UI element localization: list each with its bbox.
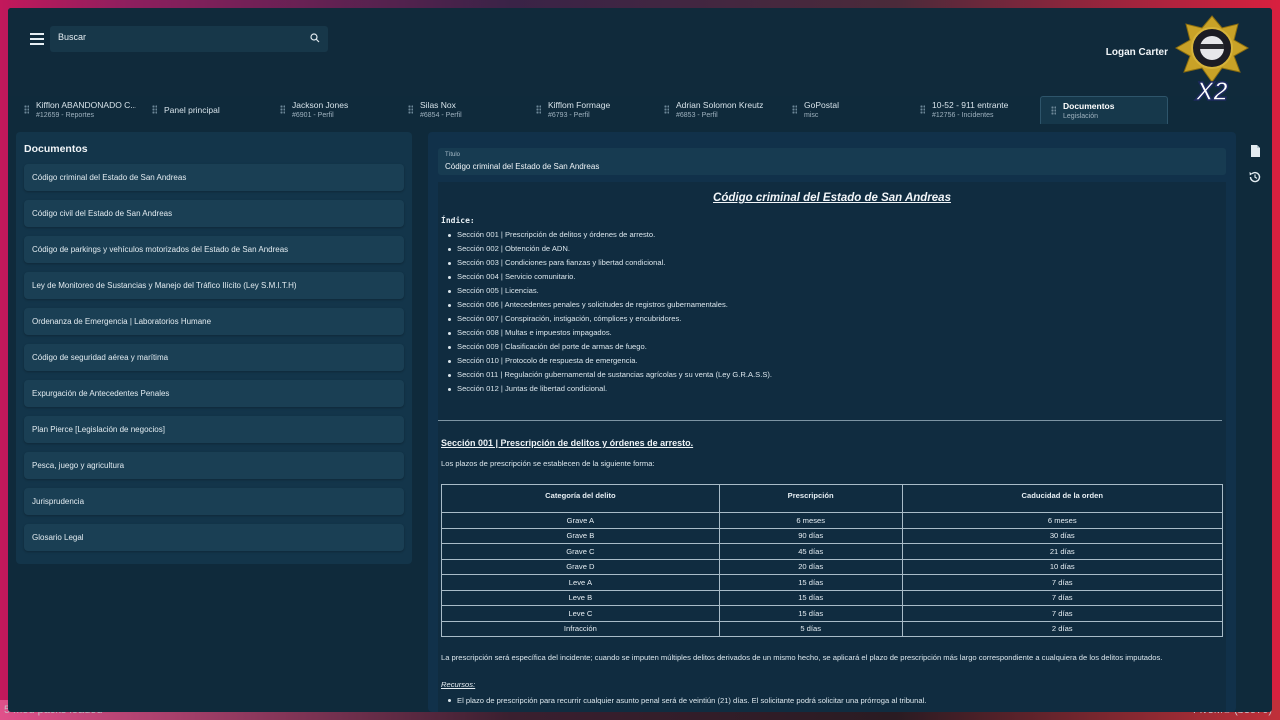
- search-input[interactable]: [58, 32, 298, 42]
- sidebar-heading: Documentos: [24, 143, 88, 155]
- drag-handle-icon[interactable]: [664, 105, 669, 114]
- top-bar: Logan Carter X2: [8, 8, 1272, 107]
- prescription-paragraph: La prescripción será específica del inci…: [441, 653, 1163, 662]
- department-badge-logo: X2: [1174, 15, 1250, 107]
- search-icon[interactable]: [310, 33, 320, 43]
- document-list: Código criminal del Estado de San Andrea…: [24, 164, 404, 560]
- tab-kifflon-report[interactable]: Kifflon ABANDONADO C... #12659 - Reporte…: [14, 96, 142, 124]
- doc-item-pesca[interactable]: Pesca, juego y agricultura: [24, 452, 404, 479]
- index-item: Sección 011 | Regulación gubernamental d…: [447, 368, 772, 382]
- drag-handle-icon[interactable]: [152, 105, 157, 114]
- recursos-item: El plazo de prescripción para recurrir c…: [447, 696, 927, 705]
- title-field-value[interactable]: Código criminal del Estado de San Andrea…: [445, 162, 599, 171]
- tab-gopostal[interactable]: GoPostal misc: [782, 96, 910, 124]
- document-icon[interactable]: [1248, 144, 1262, 158]
- index-item: Sección 001 | Prescripción de delitos y …: [447, 228, 772, 242]
- column-header: Prescripción: [718, 484, 903, 513]
- table-row: Grave B 90 días 30 días: [441, 527, 1224, 544]
- index-item: Sección 010 | Protocolo de respuesta de …: [447, 354, 772, 368]
- drag-handle-icon[interactable]: [920, 105, 925, 114]
- drag-handle-icon[interactable]: [1051, 106, 1056, 115]
- title-field-label: Título: [445, 152, 461, 158]
- doc-item-glosario[interactable]: Glosario Legal: [24, 524, 404, 551]
- table-row: Leve A 15 días 7 días: [441, 574, 1224, 591]
- tab-panel-principal[interactable]: Panel principal: [142, 96, 270, 124]
- index-item: Sección 002 | Obtención de ADN.: [447, 242, 772, 256]
- index-item: Sección 005 | Licencias.: [447, 284, 772, 298]
- side-toolbar: [1248, 144, 1264, 196]
- drag-handle-icon[interactable]: [536, 105, 541, 114]
- index-label: Índice:: [441, 216, 475, 225]
- table-row: Grave C 45 días 21 días: [441, 543, 1224, 560]
- drag-handle-icon[interactable]: [280, 105, 285, 114]
- table-row: Infracción 5 días 2 días: [441, 620, 1224, 637]
- document-heading: Código criminal del Estado de San Andrea…: [713, 192, 951, 204]
- history-icon[interactable]: [1248, 170, 1262, 184]
- doc-item-codigo-parkings[interactable]: Código de parkings y vehículos motorizad…: [24, 236, 404, 263]
- menu-icon[interactable]: [30, 33, 44, 45]
- document-viewer: Título Código criminal del Estado de San…: [428, 132, 1236, 712]
- index-item: Sección 009 | Clasificación del porte de…: [447, 340, 772, 354]
- tab-adrian-solomon-kreutz[interactable]: Adrian Solomon Kreutz #6853 - Perfil: [654, 96, 782, 124]
- index-item: Sección 003 | Condiciones para fianzas y…: [447, 256, 772, 270]
- doc-item-codigo-criminal[interactable]: Código criminal del Estado de San Andrea…: [24, 164, 404, 191]
- section-title: Sección 001 | Prescripción de delitos y …: [441, 438, 694, 448]
- drag-handle-icon[interactable]: [792, 105, 797, 114]
- doc-item-expurgacion[interactable]: Expurgación de Antecedentes Penales: [24, 380, 404, 407]
- search-box[interactable]: [50, 26, 328, 52]
- index-list: Sección 001 | Prescripción de delitos y …: [447, 228, 772, 396]
- tab-jackson-jones[interactable]: Jackson Jones #6901 - Perfil: [270, 96, 398, 124]
- doc-item-codigo-civil[interactable]: Código civil del Estado de San Andreas: [24, 200, 404, 227]
- recursos-label: Recursos:: [441, 680, 476, 689]
- table-row: Leve C 15 días 7 días: [441, 605, 1224, 622]
- doc-item-plan-pierce[interactable]: Plan Pierce [Legislación de negocios]: [24, 416, 404, 443]
- document-content[interactable]: Código criminal del Estado de San Andrea…: [438, 182, 1226, 712]
- documents-sidebar: Documentos Código criminal del Estado de…: [16, 132, 412, 564]
- section-divider: [438, 420, 1222, 421]
- drag-handle-icon[interactable]: [408, 105, 413, 114]
- doc-item-ordenanza-emergencia[interactable]: Ordenanza de Emergencia | Laboratorios H…: [24, 308, 404, 335]
- tab-kifflom-formage[interactable]: Kifflom Formage #6793 - Perfil: [526, 96, 654, 124]
- doc-item-seguridad-aerea[interactable]: Código de seguridad aérea y marítima: [24, 344, 404, 371]
- drag-handle-icon[interactable]: [24, 105, 29, 114]
- user-name: Logan Carter: [1105, 47, 1168, 58]
- mdt-window: Logan Carter X2 Kifflon ABANDONADO C... …: [8, 8, 1272, 712]
- index-item: Sección 004 | Servicio comunitario.: [447, 270, 772, 284]
- column-header: Caducidad de la orden: [901, 484, 1224, 513]
- table-header-row: Categoría del delito Prescripción Caduci…: [441, 484, 1224, 513]
- section-intro: Los plazos de prescripción se establecen…: [441, 459, 655, 468]
- table-row: Grave D 20 días 10 días: [441, 558, 1224, 575]
- index-item: Sección 007 | Conspiración, instigación,…: [447, 312, 772, 326]
- table-row: Leve B 15 días 7 días: [441, 589, 1224, 606]
- column-header: Categoría del delito: [441, 484, 720, 513]
- table-row: Grave A6 meses 6 meses: [441, 512, 1224, 529]
- tab-bar: Kifflon ABANDONADO C... #12659 - Reporte…: [14, 96, 1272, 124]
- index-item: Sección 006 | Antecedentes penales y sol…: [447, 298, 772, 312]
- prescription-table: Categoría del delito Prescripción Caduci…: [441, 484, 1224, 637]
- doc-item-ley-smith[interactable]: Ley de Monitoreo de Sustancias y Manejo …: [24, 272, 404, 299]
- index-item: Sección 012 | Juntas de libertad condici…: [447, 382, 772, 396]
- title-field[interactable]: Título Código criminal del Estado de San…: [438, 148, 1226, 175]
- tab-documentos[interactable]: Documentos Legislación: [1040, 96, 1168, 124]
- index-item: Sección 008 | Multas e impuestos impagad…: [447, 326, 772, 340]
- doc-item-jurisprudencia[interactable]: Jurisprudencia: [24, 488, 404, 515]
- tab-911-incident[interactable]: 10-52 - 911 entrante #12756 - Incidentes: [910, 96, 1038, 124]
- tab-silas-nox[interactable]: Silas Nox #6854 - Perfil: [398, 96, 526, 124]
